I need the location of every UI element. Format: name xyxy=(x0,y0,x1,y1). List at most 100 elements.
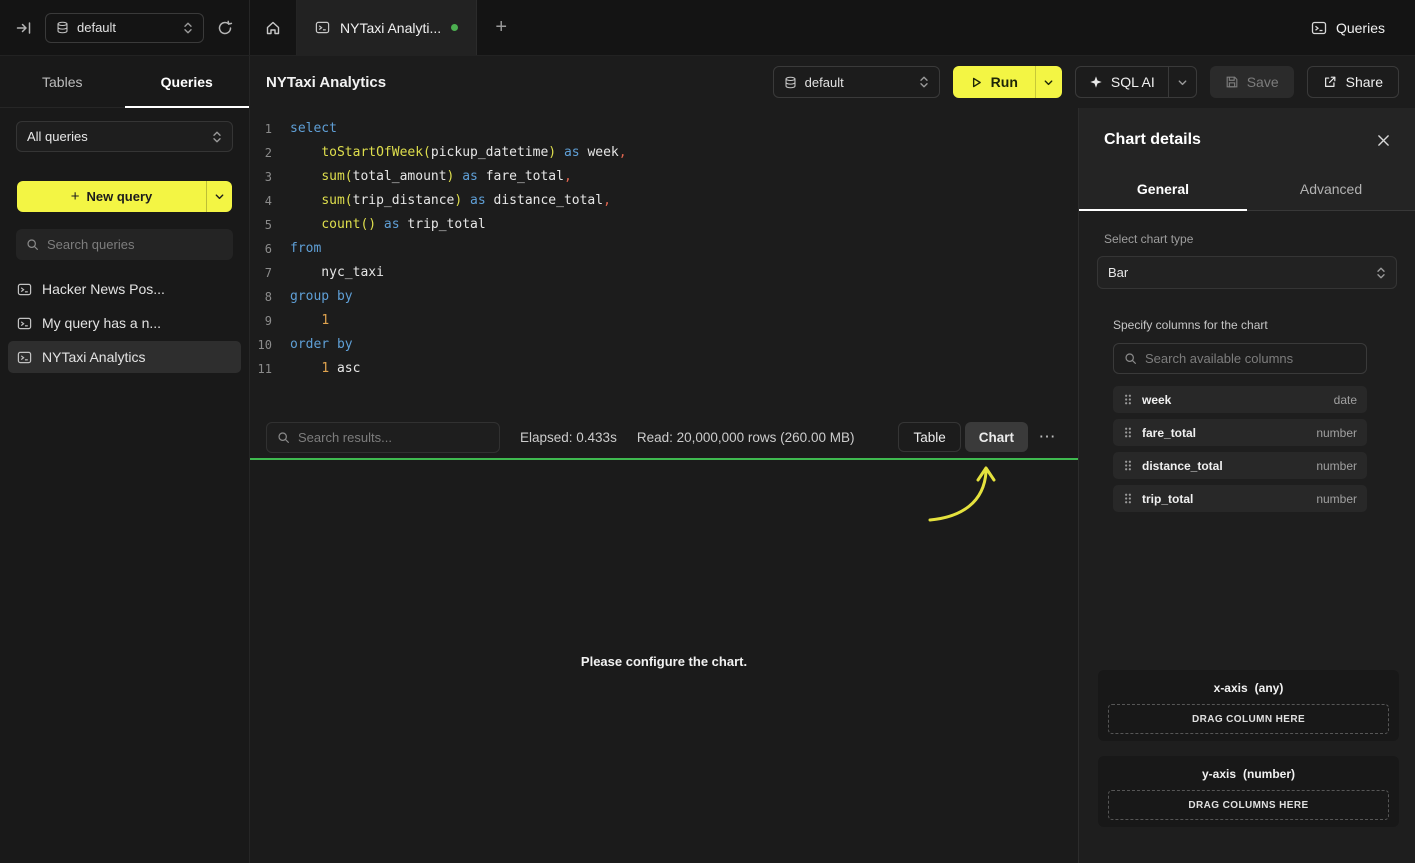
save-icon xyxy=(1225,75,1239,89)
run-button-label: Run xyxy=(991,74,1018,90)
more-options-button[interactable]: ⋯ xyxy=(1032,422,1062,452)
panel-body: Select chart type Bar Specify columns fo… xyxy=(1079,211,1415,512)
chevron-updown-icon xyxy=(919,75,929,89)
y-axis-drop-zone[interactable]: DRAG COLUMNS HERE xyxy=(1108,790,1389,820)
save-button-label: Save xyxy=(1247,74,1279,90)
tab-nytaxi-analytics[interactable]: NYTaxi Analyti... xyxy=(297,0,477,55)
share-button[interactable]: Share xyxy=(1307,66,1399,98)
line-number: 9 xyxy=(250,309,290,333)
read-stat: Read: 20,000,000 rows (260.00 MB) xyxy=(637,430,855,445)
home-tab[interactable] xyxy=(250,0,297,55)
chart-type-value: Bar xyxy=(1108,265,1128,280)
sidebar: Tables Queries All queries + New query xyxy=(0,56,250,863)
code-line: 9 1 xyxy=(250,309,1078,333)
new-query-menu-button[interactable] xyxy=(206,181,232,212)
run-database-selector[interactable]: default xyxy=(773,66,940,98)
search-queries-input[interactable] xyxy=(47,237,223,252)
play-icon xyxy=(970,76,983,89)
share-button-label: Share xyxy=(1346,74,1383,90)
sql-editor[interactable]: 1 select 2 toStartOfWeek(pickup_datetime… xyxy=(250,108,1078,416)
database-icon xyxy=(784,76,797,89)
code-text: count() as trip_total xyxy=(290,213,486,237)
header-actions: default Run xyxy=(773,66,1399,98)
code-lines: 1 select 2 toStartOfWeek(pickup_datetime… xyxy=(250,117,1078,381)
sidebar-tabs: Tables Queries xyxy=(0,56,249,108)
query-list: Hacker News Pos... My query has a n... N… xyxy=(0,273,249,373)
collapse-sidebar-icon[interactable] xyxy=(16,20,32,36)
panel-head: Chart details General Advanced xyxy=(1079,108,1415,211)
query-item-label: Hacker News Pos... xyxy=(42,281,165,297)
column-name: trip_total xyxy=(1142,492,1193,506)
chevron-updown-icon xyxy=(183,21,193,35)
sidebar-query-item[interactable]: My query has a n... xyxy=(8,307,241,339)
save-button[interactable]: Save xyxy=(1210,66,1294,98)
new-tab-button[interactable]: + xyxy=(477,0,525,55)
chart-type-select[interactable]: Bar xyxy=(1097,256,1397,289)
search-icon xyxy=(26,238,39,251)
x-axis-card: x-axis(any) DRAG COLUMN HERE xyxy=(1098,670,1399,741)
chart-column-row[interactable]: fare_total number xyxy=(1113,419,1367,446)
sql-ai-menu-button[interactable] xyxy=(1168,67,1196,97)
topbar-database-selector[interactable]: default xyxy=(45,13,204,43)
chart-column-row[interactable]: distance_total number xyxy=(1113,452,1367,479)
search-columns[interactable] xyxy=(1113,343,1367,374)
line-number: 3 xyxy=(250,165,290,189)
run-options-button[interactable] xyxy=(1035,66,1062,98)
search-results-input[interactable] xyxy=(298,430,489,445)
chart-column-row[interactable]: week date xyxy=(1113,386,1367,413)
new-query-button[interactable]: + New query xyxy=(17,181,232,212)
table-view-button[interactable]: Table xyxy=(898,422,960,452)
tab-advanced[interactable]: Advanced xyxy=(1247,170,1415,210)
column-type: number xyxy=(1316,492,1357,506)
drag-handle-icon[interactable] xyxy=(1123,459,1133,472)
chart-details-panel: Chart details General Advanced Select ch… xyxy=(1078,108,1415,863)
queries-filter-select[interactable]: All queries xyxy=(16,121,233,152)
query-item-label: My query has a n... xyxy=(42,315,161,331)
sidebar-tab-queries[interactable]: Queries xyxy=(125,56,250,107)
query-item-label: NYTaxi Analytics xyxy=(42,349,145,365)
chart-column-row[interactable]: trip_total number xyxy=(1113,485,1367,512)
plus-icon: + xyxy=(71,188,80,205)
tab-general-label: General xyxy=(1137,181,1189,197)
search-columns-input[interactable] xyxy=(1145,351,1356,366)
topbar-queries-button[interactable]: Queries xyxy=(1311,0,1415,55)
code-line: 7 nyc_taxi xyxy=(250,261,1078,285)
x-axis-drop-label: DRAG COLUMN HERE xyxy=(1192,714,1305,725)
y-axis-label: y-axis xyxy=(1202,767,1236,781)
tab-general[interactable]: General xyxy=(1079,170,1247,210)
sidebar-query-item[interactable]: Hacker News Pos... xyxy=(8,273,241,305)
sidebar-tab-tables[interactable]: Tables xyxy=(0,56,125,107)
column-name: distance_total xyxy=(1142,459,1223,473)
unsaved-changes-dot xyxy=(451,24,458,31)
search-icon xyxy=(277,431,290,444)
topbar-left: default xyxy=(0,0,250,55)
sidebar-query-item[interactable]: NYTaxi Analytics xyxy=(8,341,241,373)
code-line: 3 sum(total_amount) as fare_total, xyxy=(250,165,1078,189)
code-line: 4 sum(trip_distance) as distance_total, xyxy=(250,189,1078,213)
sql-ai-button[interactable]: SQL AI xyxy=(1075,66,1197,98)
topbar: default NYTaxi Analyti... xyxy=(0,0,1415,56)
code-line: 1 select xyxy=(250,117,1078,141)
close-icon[interactable] xyxy=(1377,134,1390,147)
drag-handle-icon[interactable] xyxy=(1123,426,1133,439)
database-icon xyxy=(56,21,69,34)
share-icon xyxy=(1323,75,1337,89)
refresh-icon[interactable] xyxy=(217,20,233,36)
x-axis-drop-zone[interactable]: DRAG COLUMN HERE xyxy=(1108,704,1389,734)
line-number: 2 xyxy=(250,141,290,165)
code-text: 1 xyxy=(290,309,329,333)
search-results[interactable] xyxy=(266,422,500,453)
drag-handle-icon[interactable] xyxy=(1123,492,1133,505)
search-queries[interactable] xyxy=(16,229,233,260)
sparkle-icon xyxy=(1089,75,1103,89)
table-view-label: Table xyxy=(913,430,945,445)
chart-view-button[interactable]: Chart xyxy=(965,422,1028,452)
home-icon xyxy=(265,20,281,36)
drag-handle-icon[interactable] xyxy=(1123,393,1133,406)
y-axis-hint: (number) xyxy=(1243,767,1295,781)
queries-filter-value: All queries xyxy=(27,129,88,144)
code-text: sum(total_amount) as fare_total, xyxy=(290,165,572,189)
line-number: 8 xyxy=(250,285,290,309)
run-button[interactable]: Run xyxy=(953,66,1062,98)
panel-tabs: General Advanced xyxy=(1079,170,1415,211)
